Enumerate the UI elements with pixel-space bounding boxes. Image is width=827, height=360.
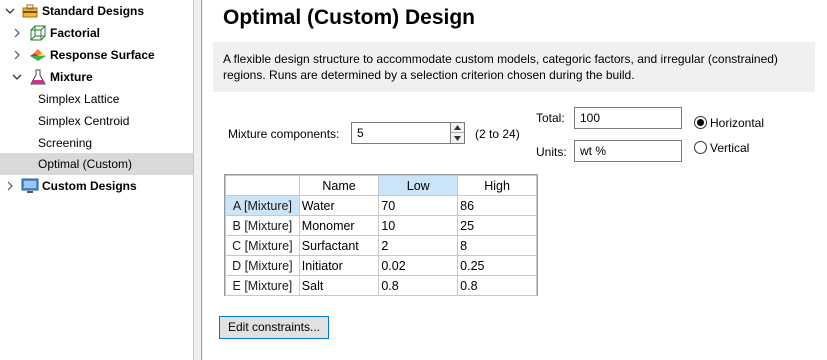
tree-item-label: Response Surface — [50, 48, 155, 62]
column-header-low[interactable]: Low — [378, 175, 459, 196]
chevron-right-icon[interactable] — [10, 22, 24, 44]
row-header[interactable]: E [Mixture] — [225, 275, 300, 296]
mixture-components-stepper[interactable] — [451, 122, 465, 144]
name-cell[interactable]: Salt — [298, 275, 380, 296]
table-row: E [Mixture] Salt 0.8 0.8 — [225, 275, 537, 296]
tree-item-simplex-lattice[interactable]: Simplex Lattice — [0, 88, 193, 110]
low-cell[interactable]: 2 — [378, 235, 459, 256]
edit-constraints-button[interactable]: Edit constraints... — [219, 316, 329, 339]
tree-item-label: Screening — [38, 136, 93, 150]
monitor-icon — [21, 178, 39, 194]
high-cell[interactable]: 8 — [457, 235, 537, 256]
page-title: Optimal (Custom) Design — [223, 6, 476, 29]
spin-down-icon[interactable] — [451, 133, 464, 143]
table-row: A [Mixture] Water 70 86 — [225, 195, 537, 216]
low-cell[interactable]: 0.8 — [378, 275, 459, 296]
column-header-high[interactable]: High — [457, 175, 537, 196]
tree-item-optimal-custom[interactable]: Optimal (Custom) — [0, 153, 193, 175]
spin-up-icon[interactable] — [451, 123, 464, 133]
units-input[interactable]: wt % — [574, 140, 682, 162]
components-range-label: (2 to 24) — [475, 127, 520, 141]
tree-item-label: Custom Designs — [42, 179, 137, 193]
tree-item-mixture[interactable]: Mixture — [0, 66, 193, 88]
corner-cell[interactable] — [225, 175, 300, 196]
name-cell[interactable]: Water — [298, 195, 380, 216]
tree-item-response-surface[interactable]: Response Surface — [0, 44, 193, 66]
tree-item-standard-designs[interactable]: Standard Designs — [0, 0, 193, 22]
name-cell[interactable]: Monomer — [298, 215, 380, 236]
chevron-down-icon[interactable] — [10, 66, 24, 88]
vertical-radio-label[interactable]: Vertical — [710, 140, 749, 156]
low-cell[interactable]: 0.02 — [378, 255, 459, 276]
units-label: Units: — [536, 145, 567, 159]
horizontal-radio[interactable] — [694, 116, 707, 129]
vertical-radio[interactable] — [694, 141, 707, 154]
factor-grid[interactable]: Name Low High A [Mixture] Water 70 86 B … — [224, 174, 538, 296]
high-cell[interactable]: 0.8 — [457, 275, 537, 296]
tree-item-factorial[interactable]: Factorial — [0, 22, 193, 44]
column-header-name[interactable]: Name — [298, 175, 380, 196]
low-cell[interactable]: 70 — [378, 195, 459, 216]
tree-item-screening[interactable]: Screening — [0, 132, 193, 154]
mixture-components-input[interactable]: 5 — [351, 122, 451, 144]
mixture-components-label: Mixture components: — [228, 127, 340, 141]
high-cell[interactable]: 86 — [457, 195, 537, 216]
tree-item-label: Standard Designs — [42, 4, 145, 18]
tree-item-label: Optimal (Custom) — [38, 157, 133, 171]
panel-splitter[interactable] — [194, 0, 202, 360]
high-cell[interactable]: 25 — [457, 215, 537, 236]
tree-item-simplex-centroid[interactable]: Simplex Centroid — [0, 110, 193, 132]
chevron-down-icon[interactable] — [3, 0, 17, 22]
factor-table: Name Low High A [Mixture] Water 70 86 B … — [225, 175, 537, 296]
design-tree: Standard Designs Factorial Response Surf… — [0, 0, 194, 360]
description-box: A flexible design structure to accommoda… — [213, 42, 815, 92]
tree-item-label: Mixture — [50, 70, 93, 84]
row-header[interactable]: B [Mixture] — [225, 215, 300, 236]
high-cell[interactable]: 0.25 — [457, 255, 537, 276]
total-input[interactable]: 100 — [574, 107, 682, 129]
toolbox-icon — [21, 3, 39, 19]
description-text: A flexible design structure to accommoda… — [223, 52, 778, 82]
surface-icon — [29, 47, 47, 63]
design-panel: Optimal (Custom) Design A flexible desig… — [203, 0, 827, 360]
cube-icon — [29, 25, 47, 41]
tree-item-label: Simplex Lattice — [38, 92, 120, 106]
tree-item-label: Factorial — [50, 26, 101, 40]
tree-item-label: Simplex Centroid — [38, 114, 130, 128]
row-header[interactable]: A [Mixture] — [225, 195, 300, 216]
tree-item-custom-designs[interactable]: Custom Designs — [0, 175, 193, 197]
table-row: C [Mixture] Surfactant 2 8 — [225, 235, 537, 256]
horizontal-radio-label[interactable]: Horizontal — [710, 115, 764, 131]
table-row: D [Mixture] Initiator 0.02 0.25 — [225, 255, 537, 276]
row-header[interactable]: D [Mixture] — [225, 255, 300, 276]
name-cell[interactable]: Initiator — [298, 255, 380, 276]
flask-icon — [29, 69, 47, 85]
chevron-right-icon[interactable] — [10, 44, 24, 66]
total-label: Total: — [536, 111, 565, 125]
chevron-right-icon[interactable] — [3, 175, 17, 197]
low-cell[interactable]: 10 — [378, 215, 459, 236]
row-header[interactable]: C [Mixture] — [225, 235, 300, 256]
table-row: B [Mixture] Monomer 10 25 — [225, 215, 537, 236]
table-header-row: Name Low High — [225, 175, 537, 196]
name-cell[interactable]: Surfactant — [298, 235, 380, 256]
